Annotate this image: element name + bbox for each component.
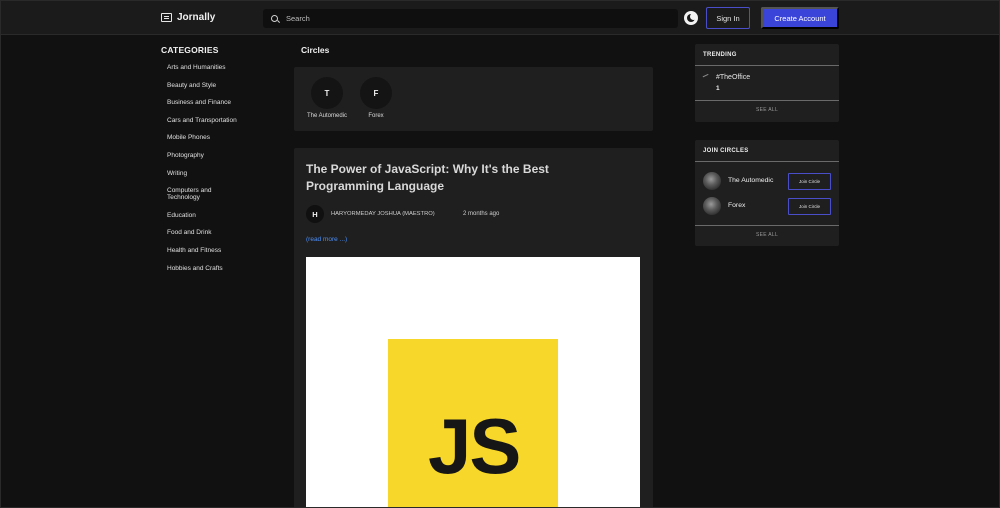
category-mobile-phones[interactable]: Mobile Phones [167,134,281,141]
search-icon [271,15,278,22]
categories-title: CATEGORIES [161,45,219,55]
join-circle-button[interactable]: Join Circle [788,198,831,215]
category-food-and-drink[interactable]: Food and Drink [167,229,281,236]
join-circles-title: JOIN CIRCLES [695,140,839,162]
circles-card: T The Automedic F Forex [294,67,653,131]
join-circle-row: Forex Join Circle [695,192,839,217]
circle-avatar: T [311,77,343,109]
post-image[interactable]: JS [306,257,640,507]
circles-title: Circles [301,45,330,55]
post-card: The Power of JavaScript: Why It's the Be… [294,148,653,507]
category-beauty-and-style[interactable]: Beauty and Style [167,82,281,89]
sign-in-button[interactable]: Sign In [706,7,750,29]
trending-see-all-link[interactable]: SEE ALL [695,101,839,113]
trending-panel: TRENDING #TheOffice 1 SEE ALL [695,44,839,122]
newspaper-icon [161,13,172,22]
circle-name[interactable]: The Automedic [728,177,773,184]
post-title[interactable]: The Power of JavaScript: Why It's the Be… [306,161,606,195]
category-photography[interactable]: Photography [167,152,281,159]
circle-item-the-automedic[interactable]: T The Automedic [302,77,352,119]
category-hobbies-and-crafts[interactable]: Hobbies and Crafts [167,265,281,272]
category-list: Arts and Humanities Beauty and Style Bus… [161,64,281,272]
logo[interactable]: Jornally [161,12,215,23]
trending-tag[interactable]: #TheOffice [716,74,750,81]
moon-icon [687,13,697,22]
category-writing[interactable]: Writing [167,170,281,177]
circle-name[interactable]: Forex [728,202,745,209]
javascript-logo-text: JS [428,402,521,490]
logo-text: Jornally [177,12,216,23]
app-window: Jornally Sign In Create Account CATEGORI… [0,0,1000,508]
category-computers-and-technology[interactable]: Computers and Technology [167,187,227,201]
circle-item-forex[interactable]: F Forex [351,77,401,119]
trending-title: TRENDING [695,44,839,66]
circle-name: The Automedic [306,113,348,119]
post-meta: H HARYORMEDAY JOSHUA (MAESTRO) 2 months … [306,205,499,223]
circle-avatar: F [360,77,392,109]
join-circle-row: The Automedic Join Circle [695,167,839,192]
circle-avatar [703,197,721,215]
categories-sidebar: CATEGORIES Arts and Humanities Beauty an… [161,45,281,282]
category-cars-and-transportation[interactable]: Cars and Transportation [167,117,281,124]
category-arts-and-humanities[interactable]: Arts and Humanities [167,64,281,71]
javascript-logo: JS [388,339,558,507]
join-circles-see-all-link[interactable]: SEE ALL [695,226,839,238]
post-time: 2 months ago [463,211,500,217]
search-bar[interactable] [263,9,678,28]
category-education[interactable]: Education [167,212,281,219]
category-health-and-fitness[interactable]: Health and Fitness [167,247,281,254]
join-circle-button[interactable]: Join Circle [788,173,831,190]
author-name[interactable]: HARYORMEDAY JOSHUA (MAESTRO) [331,211,463,217]
read-more-link[interactable]: (read more ...) [306,236,347,243]
top-navbar: Jornally Sign In Create Account [1,1,999,35]
join-circles-list: The Automedic Join Circle Forex Join Cir… [695,162,839,226]
search-input[interactable] [286,14,666,23]
trending-icon [702,73,710,80]
create-account-button[interactable]: Create Account [761,7,839,29]
theme-toggle[interactable] [684,11,698,25]
trending-count: 1 [716,85,720,92]
author-avatar[interactable]: H [306,205,324,223]
circle-avatar [703,172,721,190]
circle-name: Forex [368,113,384,119]
join-circles-panel: JOIN CIRCLES The Automedic Join Circle F… [695,140,839,246]
category-business-and-finance[interactable]: Business and Finance [167,99,281,106]
trending-item[interactable]: #TheOffice 1 [695,66,839,101]
